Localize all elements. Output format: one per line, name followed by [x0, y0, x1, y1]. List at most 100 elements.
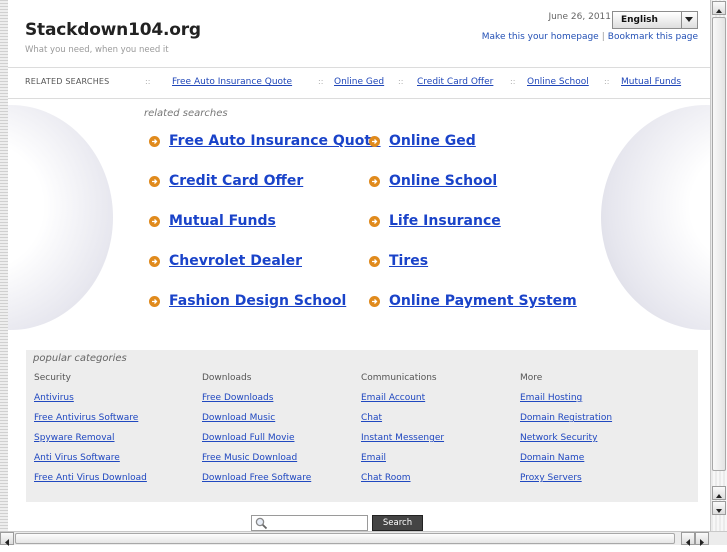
related-search-link[interactable]: Chevrolet Dealer [169, 253, 302, 269]
related-search-link[interactable]: Fashion Design School [169, 293, 346, 309]
related-search-link[interactable]: Online Payment System [389, 293, 577, 309]
related-search-item[interactable]: Life Insurance [369, 213, 501, 229]
category-link[interactable]: Download Full Movie [202, 433, 294, 443]
site-title[interactable]: Stackdown104.org [25, 20, 201, 40]
decorative-orb-right [601, 105, 710, 330]
bar-separator: :: [604, 77, 610, 86]
search-input[interactable] [251, 515, 368, 531]
arrow-right-circle-icon [149, 255, 160, 267]
category-link[interactable]: Proxy Servers [520, 473, 582, 483]
category-link[interactable]: Email [361, 453, 386, 463]
related-search-item[interactable]: Free Auto Insurance Quote [149, 133, 381, 149]
arrow-right-circle-icon [369, 135, 380, 147]
bar-separator: :: [510, 77, 516, 86]
arrow-right-circle-icon [149, 175, 160, 187]
bar-separator: :: [145, 77, 151, 86]
make-homepage-link[interactable]: Make this your homepage [482, 32, 599, 42]
category-link[interactable]: Free Antivirus Software [34, 413, 138, 423]
category-link[interactable]: Free Downloads [202, 393, 273, 403]
popular-categories-heading: popular categories [33, 353, 127, 364]
bar-separator: :: [398, 77, 404, 86]
link-divider: | [601, 32, 605, 42]
page-content: Stackdown104.org What you need, when you… [8, 0, 710, 531]
language-select-value: English [621, 15, 658, 25]
bar-link[interactable]: Online Ged [334, 77, 384, 87]
related-search-link[interactable]: Free Auto Insurance Quote [169, 133, 381, 149]
category-link[interactable]: Domain Name [520, 453, 584, 463]
related-search-item[interactable]: Credit Card Offer [149, 173, 303, 189]
category-link[interactable]: Free Music Download [202, 453, 297, 463]
arrow-right-circle-icon [369, 175, 380, 187]
related-searches-bar: RELATED SEARCHES :: Free Auto Insurance … [8, 67, 710, 99]
arrow-right-circle-icon [369, 295, 380, 307]
related-search-item[interactable]: Online Payment System [369, 293, 577, 309]
related-search-item[interactable]: Mutual Funds [149, 213, 276, 229]
scroll-right-button[interactable] [695, 532, 709, 546]
arrow-left-icon [5, 539, 9, 546]
related-searches-label: RELATED SEARCHES [25, 77, 110, 86]
category-link[interactable]: Free Anti Virus Download [34, 473, 147, 483]
arrow-up-icon [716, 9, 722, 13]
decorative-orb-left [8, 105, 113, 330]
arrow-left-icon [686, 539, 690, 546]
scroll-up-button-lower[interactable] [712, 486, 726, 500]
arrow-right-circle-icon [369, 215, 380, 227]
arrow-right-circle-icon [149, 295, 160, 307]
bar-link[interactable]: Credit Card Offer [417, 77, 493, 87]
category-link[interactable]: Chat Room [361, 473, 411, 483]
bookmark-link[interactable]: Bookmark this page [608, 32, 698, 42]
category-title-communications: Communications [361, 373, 437, 383]
chevron-down-icon[interactable] [681, 12, 697, 28]
related-searches-heading: related searches [144, 108, 228, 119]
vertical-scrollbar[interactable] [710, 0, 727, 531]
related-search-item[interactable]: Online Ged [369, 133, 476, 149]
related-search-item[interactable]: Tires [369, 253, 428, 269]
bar-link[interactable]: Mutual Funds [621, 77, 681, 87]
bar-separator: :: [318, 77, 324, 86]
current-date: June 26, 2011 [548, 12, 611, 22]
related-search-item[interactable]: Online School [369, 173, 497, 189]
related-search-link[interactable]: Life Insurance [389, 213, 501, 229]
category-link[interactable]: Antivirus [34, 393, 74, 403]
category-title-security: Security [34, 373, 71, 383]
arrow-down-icon [716, 509, 722, 513]
bar-link[interactable]: Free Auto Insurance Quote [172, 77, 292, 87]
language-select[interactable]: English [612, 11, 698, 29]
scroll-left-button[interactable] [0, 532, 14, 546]
arrow-right-icon [700, 539, 704, 546]
scroll-left-button-right[interactable] [681, 532, 695, 546]
category-title-more: More [520, 373, 543, 383]
related-search-link[interactable]: Online School [389, 173, 497, 189]
related-search-link[interactable]: Online Ged [389, 133, 476, 149]
category-link[interactable]: Anti Virus Software [34, 453, 120, 463]
arrow-right-circle-icon [369, 255, 380, 267]
scroll-up-button[interactable] [712, 1, 726, 15]
search-button[interactable]: Search [372, 515, 423, 531]
category-title-downloads: Downloads [202, 373, 252, 383]
scroll-down-button[interactable] [712, 501, 726, 515]
horizontal-scrollbar[interactable] [0, 531, 727, 546]
category-link[interactable]: Spyware Removal [34, 433, 115, 443]
category-link[interactable]: Download Music [202, 413, 275, 423]
top-links: Make this your homepage | Bookmark this pa… [368, 32, 698, 42]
vertical-scroll-thumb[interactable] [712, 17, 726, 471]
arrow-right-circle-icon [149, 135, 160, 147]
related-search-link[interactable]: Credit Card Offer [169, 173, 303, 189]
bar-link[interactable]: Online School [527, 77, 589, 87]
category-link[interactable]: Email Account [361, 393, 425, 403]
magnifier-icon [255, 517, 268, 530]
popular-categories: popular categories Security Antivirus Fr… [26, 350, 698, 502]
site-tagline: What you need, when you need it [25, 45, 169, 55]
related-search-link[interactable]: Tires [389, 253, 428, 269]
arrow-right-circle-icon [149, 215, 160, 227]
related-search-link[interactable]: Mutual Funds [169, 213, 276, 229]
related-search-item[interactable]: Chevrolet Dealer [149, 253, 302, 269]
category-link[interactable]: Network Security [520, 433, 597, 443]
related-search-item[interactable]: Fashion Design School [149, 293, 346, 309]
horizontal-scroll-thumb[interactable] [15, 533, 675, 544]
category-link[interactable]: Instant Messenger [361, 433, 444, 443]
category-link[interactable]: Domain Registration [520, 413, 612, 423]
category-link[interactable]: Chat [361, 413, 382, 423]
category-link[interactable]: Download Free Software [202, 473, 311, 483]
category-link[interactable]: Email Hosting [520, 393, 582, 403]
